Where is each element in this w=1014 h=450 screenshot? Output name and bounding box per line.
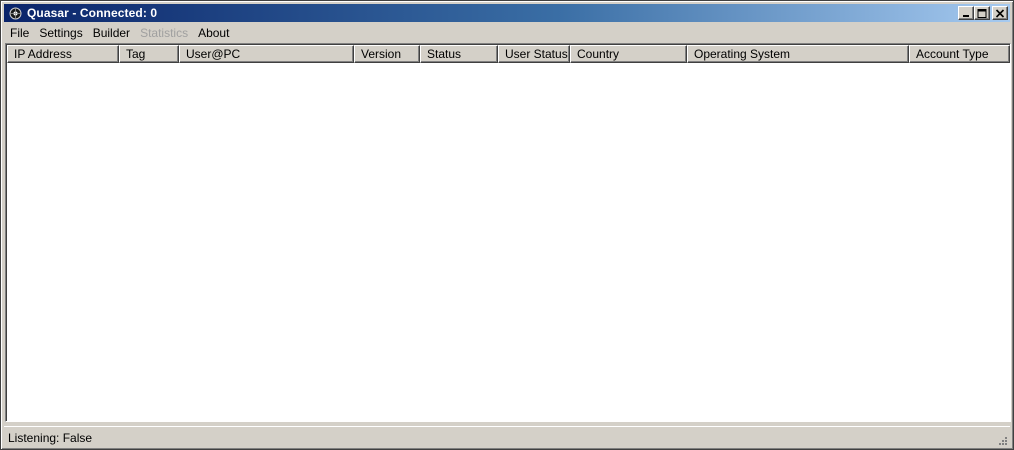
column-user-status[interactable]: User Status bbox=[498, 45, 570, 63]
column-version[interactable]: Version bbox=[354, 45, 420, 63]
clients-list[interactable]: IP Address Tag User@PC Version Status Us… bbox=[5, 43, 1011, 422]
column-user-pc[interactable]: User@PC bbox=[179, 45, 354, 63]
menu-settings[interactable]: Settings bbox=[34, 24, 87, 42]
main-window: Quasar - Connected: 0 File Settings Buil… bbox=[0, 0, 1014, 450]
menu-statistics: Statistics bbox=[140, 26, 189, 40]
column-ip-address[interactable]: IP Address bbox=[7, 45, 119, 63]
menu-builder[interactable]: Builder bbox=[88, 24, 135, 42]
minimize-button[interactable] bbox=[958, 6, 974, 20]
menu-file[interactable]: File bbox=[4, 24, 34, 42]
resize-grip-icon[interactable] bbox=[996, 434, 1008, 446]
title-buttons bbox=[958, 6, 1008, 20]
status-bar: Listening: False bbox=[4, 426, 1010, 448]
quasar-app-icon[interactable] bbox=[8, 6, 22, 20]
listening-status: Listening: False bbox=[8, 430, 93, 445]
column-tag[interactable]: Tag bbox=[119, 45, 179, 63]
list-body[interactable] bbox=[7, 63, 1009, 420]
close-button[interactable] bbox=[992, 6, 1008, 20]
title-bar[interactable]: Quasar - Connected: 0 bbox=[4, 4, 1010, 22]
maximize-button[interactable] bbox=[974, 6, 990, 20]
list-header: IP Address Tag User@PC Version Status Us… bbox=[7, 45, 1010, 63]
menu-about[interactable]: About bbox=[193, 24, 234, 42]
window-title: Quasar - Connected: 0 bbox=[27, 6, 158, 20]
column-account-type[interactable]: Account Type bbox=[909, 45, 1010, 63]
column-operating-system[interactable]: Operating System bbox=[687, 45, 909, 63]
column-country[interactable]: Country bbox=[570, 45, 687, 63]
minimize-icon bbox=[963, 14, 969, 17]
menu-bar: File Settings Builder Statistics About bbox=[4, 23, 1010, 43]
maximize-icon bbox=[977, 8, 987, 18]
close-icon bbox=[995, 8, 1005, 18]
column-status[interactable]: Status bbox=[420, 45, 498, 63]
